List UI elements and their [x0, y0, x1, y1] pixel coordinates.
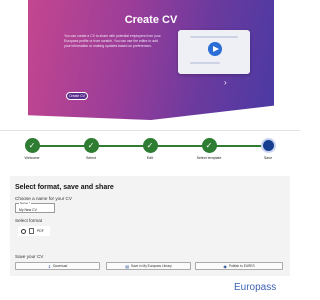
step-select-template[interactable]: ✓ Select template [189, 138, 229, 160]
radio-icon[interactable] [21, 228, 26, 234]
panel-title: Select format, save and share [15, 184, 114, 191]
progress-stepper: ✓ Welcome ✓ Select ✓ Edit ✓ Select templ… [0, 134, 300, 174]
step-label: Select template [196, 156, 222, 160]
step-label: Welcome [24, 156, 40, 160]
hero-banner: Create CV You can create a CV to share w… [28, 0, 274, 120]
download-button[interactable]: ↧ Download [15, 262, 100, 270]
save-panel: Select format, save and share Choose a n… [10, 176, 290, 276]
section-divider [0, 130, 300, 131]
step-save[interactable]: Save [248, 138, 288, 160]
save-library-button-label: Save in My Europass Library [131, 264, 172, 268]
europass-logo: Europass [234, 282, 277, 293]
check-icon: ✓ [201, 138, 217, 153]
step-label: Save [263, 156, 273, 160]
globe-icon: ◉ [223, 263, 227, 269]
check-icon: ✓ [142, 138, 158, 153]
format-option-label: PDF [37, 229, 44, 233]
step-edit[interactable]: ✓ Edit [130, 138, 170, 160]
check-icon: ✓ [24, 138, 40, 153]
save-library-button[interactable]: ▤ Save in My Europass Library [106, 262, 191, 270]
step-label: Select [86, 156, 96, 160]
cv-name-caption: Name * [19, 201, 32, 205]
publish-eures-button-label: Publish to EURES [228, 264, 255, 268]
file-icon [29, 228, 34, 234]
format-option-pdf[interactable]: PDF [18, 226, 50, 236]
chevron-left-icon[interactable]: ‹ [24, 79, 27, 87]
create-cv-button[interactable]: Create CV [66, 92, 88, 100]
hero-section: Create CV You can create a CV to share w… [0, 0, 300, 128]
cv-name-field[interactable]: Name * My New CV [15, 201, 55, 213]
chevron-right-icon[interactable]: › [224, 79, 227, 87]
download-button-label: Download [53, 264, 68, 268]
download-icon: ↧ [47, 263, 52, 269]
step-label: Edit [146, 156, 154, 160]
library-icon: ▤ [125, 263, 130, 269]
play-icon[interactable] [208, 42, 222, 56]
hero-description: You can create a CV to share with potent… [64, 34, 161, 48]
video-text-line [190, 36, 238, 38]
cv-name-value[interactable]: My New CV [19, 208, 37, 212]
hero-title: Create CV [124, 14, 178, 26]
step-welcome[interactable]: ✓ Welcome [12, 138, 52, 160]
publish-eures-button[interactable]: ◉ Publish to EURES [195, 262, 283, 270]
format-label: Select format [15, 218, 43, 223]
check-icon: ✓ [83, 138, 99, 153]
video-text-line [190, 62, 220, 64]
video-thumbnail[interactable] [178, 30, 250, 74]
step-select[interactable]: ✓ Select [71, 138, 111, 160]
save-label: Save your CV [15, 254, 44, 259]
current-step-icon [260, 138, 276, 153]
